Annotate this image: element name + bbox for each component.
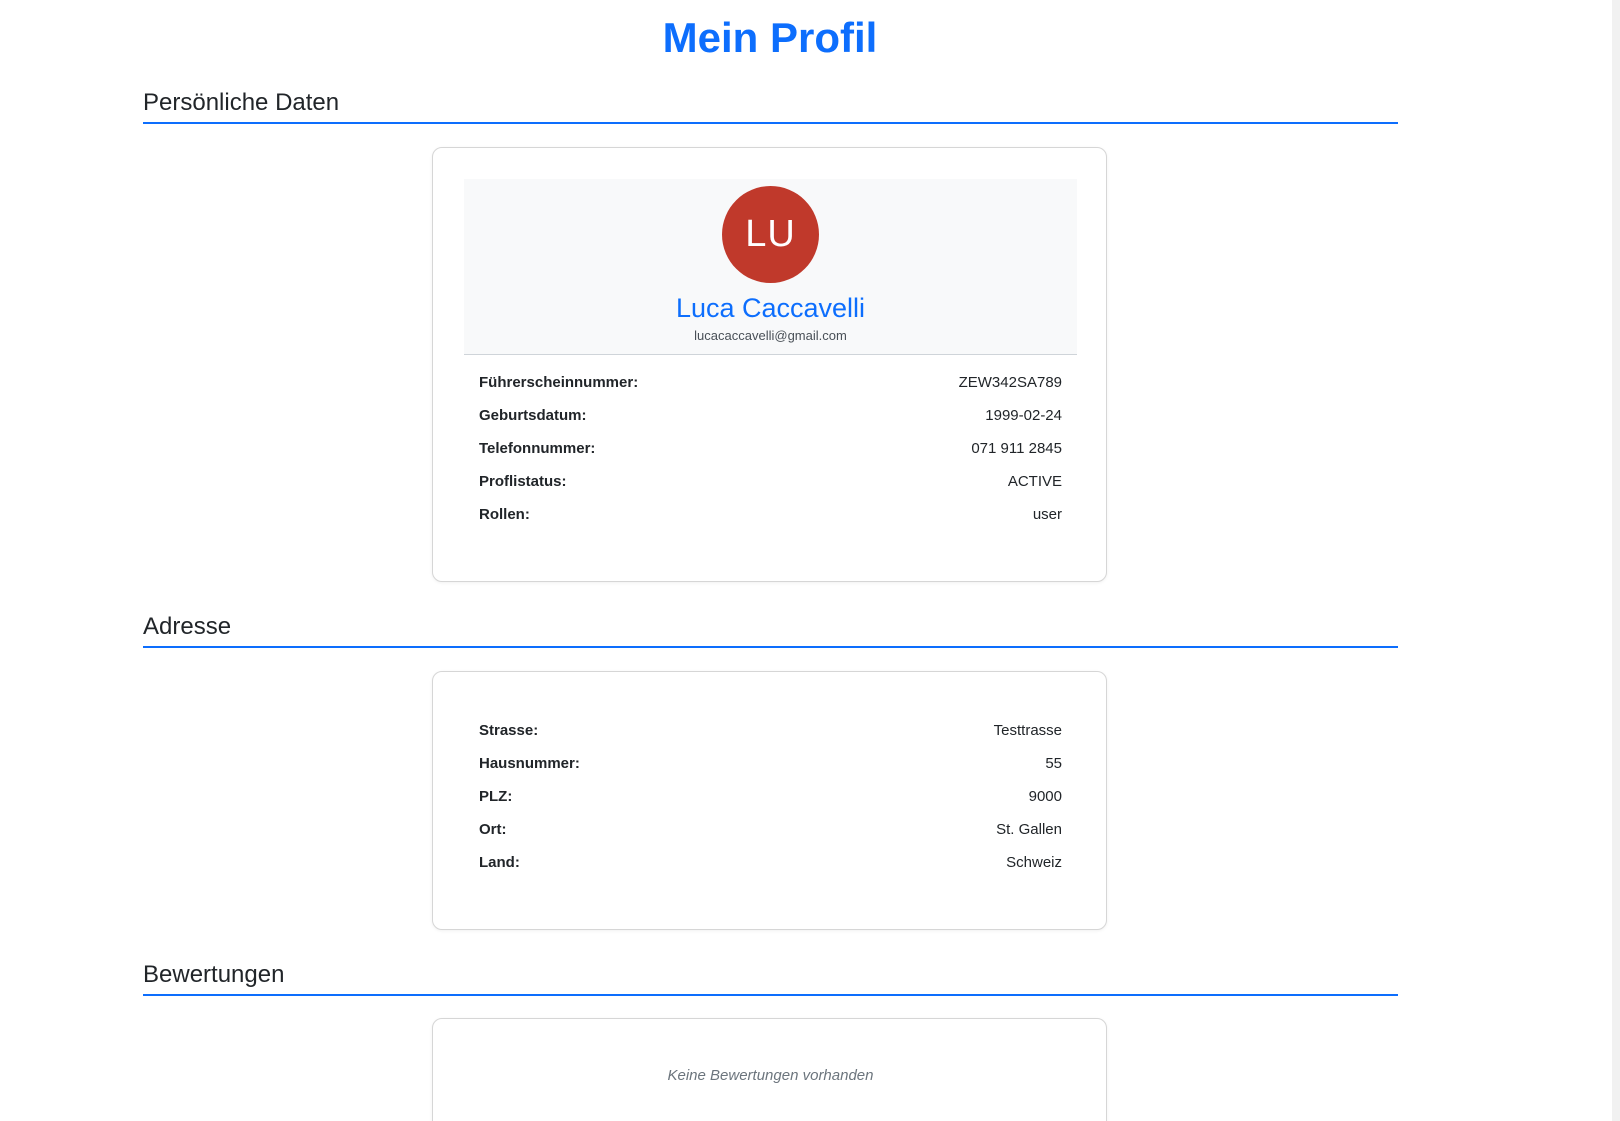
info-label: Telefonnummer: bbox=[479, 440, 596, 457]
info-row-house-number: Hausnummer: 55 bbox=[479, 753, 1062, 775]
reviews-empty-message: Keine Bewertungen vorhanden bbox=[667, 1067, 874, 1084]
info-row-zip: PLZ: 9000 bbox=[479, 786, 1062, 808]
info-value: St. Gallen bbox=[996, 821, 1062, 838]
info-label: Proflistatus: bbox=[479, 473, 567, 490]
profile-email: lucacaccavelli@gmail.com bbox=[694, 328, 847, 343]
section-heading-personal: Persönliche Daten bbox=[143, 88, 1398, 124]
info-value: 9000 bbox=[1028, 788, 1062, 805]
info-label: PLZ: bbox=[479, 788, 513, 805]
info-value: ACTIVE bbox=[1007, 473, 1062, 490]
info-row-license: Führerscheinnummer: ZEW342SA789 bbox=[479, 372, 1062, 394]
info-label: Geburtsdatum: bbox=[479, 407, 587, 424]
reviews-card: Keine Bewertungen vorhanden bbox=[432, 1018, 1107, 1121]
info-row-city: Ort: St. Gallen bbox=[479, 819, 1062, 841]
info-label: Strasse: bbox=[479, 722, 539, 739]
info-row-street: Strasse: Testtrasse bbox=[479, 720, 1062, 742]
profile-header: LU Luca Caccavelli lucacaccavelli@gmail.… bbox=[464, 179, 1077, 355]
info-row-country: Land: Schweiz bbox=[479, 852, 1062, 874]
address-card: Strasse: Testtrasse Hausnummer: 55 PLZ: … bbox=[432, 671, 1107, 930]
info-row-status: Proflistatus: ACTIVE bbox=[479, 471, 1062, 493]
info-row-birthdate: Geburtsdatum: 1999-02-24 bbox=[479, 405, 1062, 427]
info-value: user bbox=[1032, 506, 1062, 523]
info-value: 55 bbox=[1045, 755, 1062, 772]
section-heading-reviews: Bewertungen bbox=[143, 960, 1398, 996]
info-value: Testtrasse bbox=[993, 722, 1062, 739]
personal-data-card: LU Luca Caccavelli lucacaccavelli@gmail.… bbox=[432, 147, 1107, 582]
avatar: LU bbox=[722, 186, 819, 283]
info-label: Führerscheinnummer: bbox=[479, 374, 639, 391]
info-label: Hausnummer: bbox=[479, 755, 580, 772]
info-value: Schweiz bbox=[1006, 854, 1062, 871]
profile-name: Luca Caccavelli bbox=[675, 293, 866, 323]
info-value: ZEW342SA789 bbox=[958, 374, 1062, 391]
info-row-phone: Telefonnummer: 071 911 2845 bbox=[479, 438, 1062, 460]
section-heading-address: Adresse bbox=[143, 612, 1398, 648]
profile-page: Mein Profil Persönliche Daten LU Luca Ca… bbox=[0, 0, 1568, 1121]
info-row-roles: Rollen: user bbox=[479, 504, 1062, 526]
page-title: Mein Profil bbox=[662, 14, 878, 61]
info-label: Rollen: bbox=[479, 506, 530, 523]
info-value: 1999-02-24 bbox=[985, 407, 1062, 424]
info-label: Ort: bbox=[479, 821, 507, 838]
page-scrollbar-thumb[interactable] bbox=[1612, 0, 1620, 1121]
info-label: Land: bbox=[479, 854, 520, 871]
info-value: 071 911 2845 bbox=[971, 440, 1062, 457]
